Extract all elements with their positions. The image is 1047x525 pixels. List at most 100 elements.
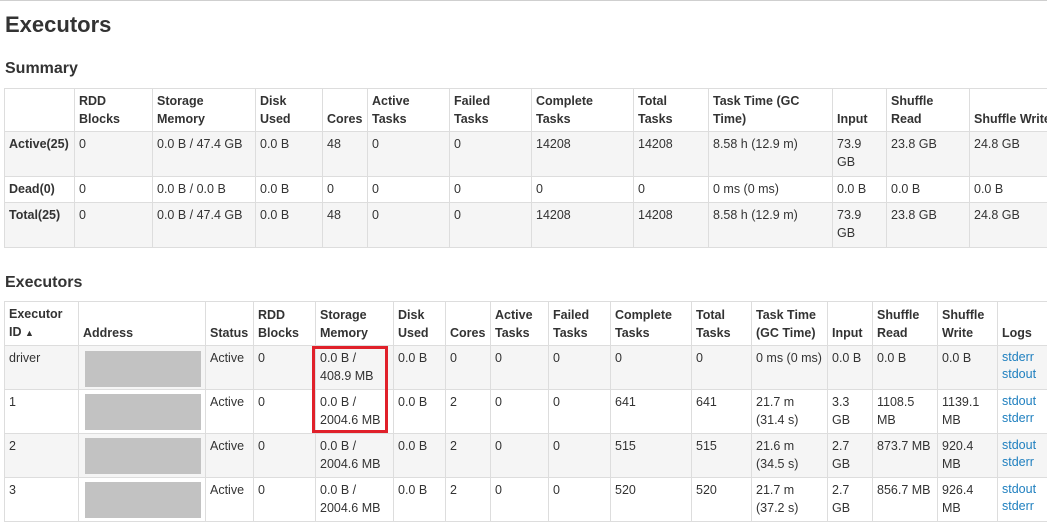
summary-header-rdd-blocks[interactable]: RDD Blocks (74, 88, 153, 132)
table-cell: 515 (691, 433, 752, 478)
executors-header-failed-tasks[interactable]: Failed Tasks (548, 301, 611, 346)
executor-id-cell: driver (4, 345, 79, 390)
table-cell: 0 (253, 345, 316, 390)
summary-cell: 0 (74, 131, 153, 177)
stdout-link[interactable]: stdout (1002, 393, 1047, 410)
table-cell: 0 ms (0 ms) (751, 345, 828, 390)
summary-header-disk-used[interactable]: Disk Used (255, 88, 323, 132)
table-cell: 520 (610, 477, 692, 522)
summary-header-complete-tasks[interactable]: Complete Tasks (531, 88, 634, 132)
summary-cell: 23.8 GB (886, 131, 970, 177)
page-title: Executors (5, 12, 112, 37)
summary-cell: 14208 (633, 202, 709, 248)
redaction-block (85, 394, 201, 430)
executors-header-address[interactable]: Address (78, 301, 206, 346)
executors-header-input[interactable]: Input (827, 301, 873, 346)
table-row: 2 Active 0 0.0 B / 2004.6 MB 0.0 B 2 0 0… (4, 433, 1047, 478)
executors-header-total-tasks[interactable]: Total Tasks (691, 301, 752, 346)
table-cell: 1108.5 MB (872, 389, 938, 434)
summary-section-title: Summary (5, 60, 78, 77)
summary-cell: 14208 (531, 131, 634, 177)
table-cell: 520 (691, 477, 752, 522)
summary-header-storage-memory[interactable]: Storage Memory (152, 88, 256, 132)
status-cell: Active (205, 389, 254, 434)
table-cell: 0 (548, 345, 611, 390)
stdout-link[interactable]: stdout (1002, 481, 1047, 498)
executors-header-task-time[interactable]: Task Time (GC Time) (751, 301, 828, 346)
storage-memory-cell: 0.0 B / 2004.6 MB (315, 389, 394, 434)
summary-header-active-tasks[interactable]: Active Tasks (367, 88, 450, 132)
table-row: 1 Active 0 0.0 B / 2004.6 MB 0.0 B 2 0 0… (4, 389, 1047, 434)
table-cell: 0 (691, 345, 752, 390)
summary-header-row: RDD Blocks Storage Memory Disk Used Core… (4, 88, 1047, 132)
summary-cell: 0 (367, 202, 450, 248)
table-cell: 0 (253, 477, 316, 522)
table-cell: 2 (445, 477, 491, 522)
executors-header-status[interactable]: Status (205, 301, 254, 346)
executors-header-active-tasks[interactable]: Active Tasks (490, 301, 549, 346)
table-cell: 2.7 GB (827, 433, 873, 478)
table-cell: 21.6 m (34.5 s) (751, 433, 828, 478)
stderr-link[interactable]: stderr (1002, 454, 1047, 471)
table-cell: 926.4 MB (937, 477, 998, 522)
executor-id-cell: 1 (4, 389, 79, 434)
summary-cell: 48 (322, 202, 368, 248)
summary-header-label (4, 88, 75, 132)
summary-cell: 73.9 GB (832, 131, 887, 177)
summary-header-cores[interactable]: Cores (322, 88, 368, 132)
stderr-link[interactable]: stderr (1002, 349, 1047, 366)
summary-cell: 0 ms (0 ms) (708, 176, 833, 203)
summary-cell: 0 (449, 131, 532, 177)
summary-header-task-time[interactable]: Task Time (GC Time) (708, 88, 833, 132)
summary-header-total-tasks[interactable]: Total Tasks (633, 88, 709, 132)
table-cell: 0.0 B (393, 433, 446, 478)
summary-cell: 0 (322, 176, 368, 203)
table-cell: 2 (445, 433, 491, 478)
stderr-link[interactable]: stderr (1002, 410, 1047, 427)
table-cell: 0 (490, 345, 549, 390)
summary-cell: 24.8 GB (969, 131, 1047, 177)
executors-header-storage-memory[interactable]: Storage Memory (315, 301, 394, 346)
storage-memory-cell: 0.0 B / 408.9 MB (315, 345, 394, 390)
table-cell: 2 (445, 389, 491, 434)
table-cell: 856.7 MB (872, 477, 938, 522)
executors-section-title: Executors (5, 274, 83, 291)
executor-id-cell: 2 (4, 433, 79, 478)
summary-cell: 24.8 GB (969, 202, 1047, 248)
summary-header-shuffle-write[interactable]: Shuffle Write (969, 88, 1047, 132)
summary-header-shuffle-read[interactable]: Shuffle Read (886, 88, 970, 132)
executors-header-complete-tasks[interactable]: Complete Tasks (610, 301, 692, 346)
summary-header-input[interactable]: Input (832, 88, 887, 132)
table-cell: 1139.1 MB (937, 389, 998, 434)
table-cell: 873.7 MB (872, 433, 938, 478)
summary-row-active: Active(25) 0 0.0 B / 47.4 GB 0.0 B 48 0 … (4, 131, 1047, 177)
stdout-link[interactable]: stdout (1002, 437, 1047, 454)
summary-cell: 48 (322, 131, 368, 177)
sort-ascending-icon: ▲ (24, 328, 34, 338)
summary-cell: 0.0 B (969, 176, 1047, 203)
summary-cell: 8.58 h (12.9 m) (708, 131, 833, 177)
executors-header-disk-used[interactable]: Disk Used (393, 301, 446, 346)
logs-cell: stderr stdout (997, 345, 1047, 390)
address-cell (78, 389, 206, 434)
summary-cell: 0 (367, 131, 450, 177)
executors-header-executor-id[interactable]: Executor ID ▲ (4, 301, 79, 346)
stderr-link[interactable]: stderr (1002, 498, 1047, 515)
summary-cell: 0 (74, 176, 153, 203)
executor-id-cell: 3 (4, 477, 79, 522)
executors-header-cores[interactable]: Cores (445, 301, 491, 346)
summary-cell: 0 (531, 176, 634, 203)
summary-header-failed-tasks[interactable]: Failed Tasks (449, 88, 532, 132)
table-cell: 3.3 GB (827, 389, 873, 434)
table-cell: 0.0 B (827, 345, 873, 390)
executors-header-shuffle-write[interactable]: Shuffle Write (937, 301, 998, 346)
executors-header-row: Executor ID ▲ Address Status RDD Blocks … (4, 301, 1047, 346)
table-cell: 21.7 m (37.2 s) (751, 477, 828, 522)
executors-header-shuffle-read[interactable]: Shuffle Read (872, 301, 938, 346)
table-cell: 0 (548, 433, 611, 478)
table-cell: 641 (610, 389, 692, 434)
table-cell: 0 (610, 345, 692, 390)
status-cell: Active (205, 433, 254, 478)
stdout-link[interactable]: stdout (1002, 366, 1047, 383)
executors-header-rdd-blocks[interactable]: RDD Blocks (253, 301, 316, 346)
